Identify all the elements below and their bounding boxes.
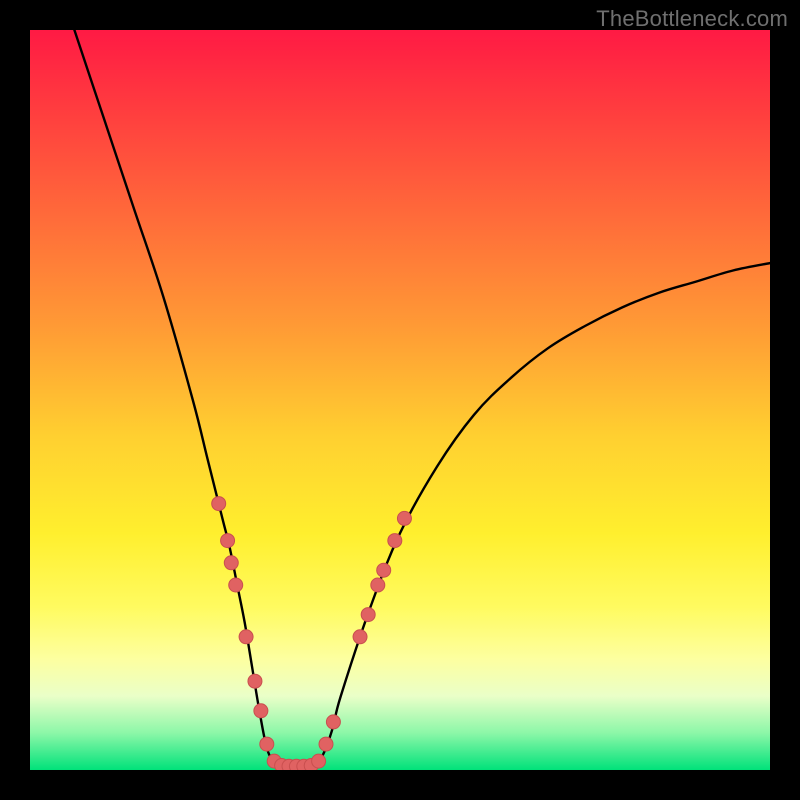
- data-marker: [371, 578, 385, 592]
- data-marker: [221, 534, 235, 548]
- marker-group: [212, 497, 412, 770]
- data-marker: [377, 563, 391, 577]
- data-marker: [361, 608, 375, 622]
- watermark-text: TheBottleneck.com: [596, 6, 788, 32]
- data-marker: [260, 737, 274, 751]
- data-marker: [248, 674, 262, 688]
- data-marker: [326, 715, 340, 729]
- data-marker: [319, 737, 333, 751]
- bottleneck-curve: [74, 30, 770, 770]
- data-marker: [239, 630, 253, 644]
- data-marker: [353, 630, 367, 644]
- data-marker: [224, 556, 238, 570]
- data-marker: [229, 578, 243, 592]
- chart-svg: [30, 30, 770, 770]
- chart-plot-area: [30, 30, 770, 770]
- data-marker: [212, 497, 226, 511]
- data-marker: [397, 511, 411, 525]
- data-marker: [254, 704, 268, 718]
- data-marker: [312, 754, 326, 768]
- chart-frame: TheBottleneck.com: [0, 0, 800, 800]
- data-marker: [388, 534, 402, 548]
